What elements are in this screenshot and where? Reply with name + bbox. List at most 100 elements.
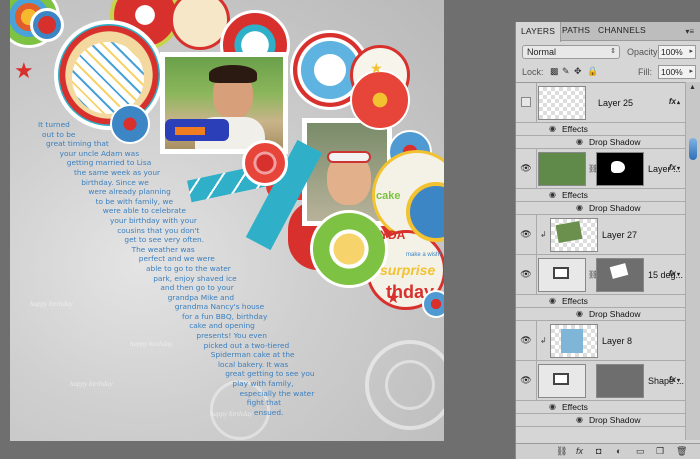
tab-channels[interactable]: CHANNELS xyxy=(598,25,646,35)
effect-eye-icon[interactable]: ◉ xyxy=(576,415,583,424)
photo-hair xyxy=(209,65,257,83)
drop-shadow-row[interactable]: ◉ Drop Shadow xyxy=(516,308,686,321)
add-mask-icon[interactable]: ◘ xyxy=(596,446,601,456)
journal-line: grandma Nancy's house xyxy=(174,302,265,312)
drop-shadow-label: Drop Shadow xyxy=(589,203,641,213)
dropdown-arrow-icon[interactable]: ▸ xyxy=(689,67,693,75)
journal-line: picked out a two-tiered xyxy=(203,340,290,350)
thumb-photo xyxy=(561,329,583,353)
tab-layers[interactable]: LAYERS xyxy=(516,22,562,42)
layer-thumbnail xyxy=(550,218,598,252)
lock-transparent-icon[interactable]: ▩ xyxy=(550,67,559,76)
panel-menu-icon[interactable]: ▾≡ xyxy=(685,27,694,36)
effects-row[interactable]: ◉ Effects xyxy=(516,295,686,308)
journal-line: great timing that xyxy=(46,139,109,149)
journal-line: perfect and we were xyxy=(138,254,215,264)
vector-mask-thumbnail[interactable] xyxy=(596,364,644,398)
add-style-icon[interactable]: fx xyxy=(576,446,583,456)
fx-icon[interactable]: fx▴ xyxy=(669,97,680,106)
effects-label: Effects xyxy=(562,402,588,412)
fill-field[interactable]: 100% ▸ xyxy=(658,65,696,79)
lock-paint-icon[interactable]: ✎ xyxy=(562,67,570,76)
journal-line: The weather was xyxy=(131,244,195,254)
blend-mode-value: Normal xyxy=(527,47,557,57)
new-group-icon[interactable]: ▭ xyxy=(636,446,645,457)
layer-row[interactable]: 👁 ⛓ 15 deg... fx▾ xyxy=(516,255,686,295)
journal-line: to be with family, we xyxy=(95,196,174,206)
layer-name: Layer 8 xyxy=(602,336,633,346)
layers-bottom-toolbar: ⛓ fx ◘ ◐ ▭ ❐ 🗑 xyxy=(516,443,700,459)
journal-line: play with family, xyxy=(232,379,294,389)
clipping-arrow-icon: ↲ xyxy=(540,336,547,345)
eye-icon[interactable]: 👁 xyxy=(520,375,532,387)
new-layer-icon[interactable]: ❐ xyxy=(656,446,664,457)
layer-row[interactable]: 👁 ↲ Layer 8 xyxy=(516,321,686,361)
journal-line: birthday. Since we xyxy=(81,177,149,187)
layer-mask-thumbnail[interactable] xyxy=(596,152,644,186)
layers-scrollbar[interactable]: ▲ xyxy=(685,82,700,440)
chevron-icon[interactable]: ▾ xyxy=(677,166,680,172)
photoshop-workspace: happy birthday happy birthday happy birt… xyxy=(0,0,700,459)
effects-row[interactable]: ◉ Effects xyxy=(516,401,686,414)
fx-icon[interactable]: fx▾ xyxy=(669,269,680,278)
journal-line: your uncle Adam was xyxy=(59,148,140,158)
drop-shadow-row[interactable]: ◉ Drop Shadow xyxy=(516,414,686,427)
journaling-text: It turned out to be great timing that your … xyxy=(28,120,428,417)
chevron-icon[interactable]: ▴ xyxy=(677,100,680,106)
chevron-icon[interactable]: ▾ xyxy=(677,272,680,278)
document-canvas[interactable]: happy birthday happy birthday happy birt… xyxy=(10,0,444,441)
journal-line: presents! You even xyxy=(196,331,267,341)
journal-line: great getting to see you xyxy=(225,369,315,379)
dropdown-arrow-icon[interactable]: ▸ xyxy=(689,47,693,55)
effect-eye-icon[interactable]: ◉ xyxy=(576,309,583,318)
monitor-icon xyxy=(553,373,569,385)
mask-shape xyxy=(611,161,625,173)
flower-center xyxy=(38,16,56,34)
drop-shadow-label: Drop Shadow xyxy=(589,415,641,425)
monitor-icon xyxy=(553,267,569,279)
eye-icon[interactable]: 👁 xyxy=(520,163,532,175)
vector-mask-thumbnail[interactable] xyxy=(596,258,644,292)
link-layers-icon[interactable]: ⛓ xyxy=(556,446,567,457)
lock-move-icon[interactable]: ✥ xyxy=(574,67,582,76)
adjustment-layer-icon[interactable]: ◐ xyxy=(616,446,621,456)
tab-paths[interactable]: PATHS xyxy=(562,25,590,35)
panel-tabs: LAYERS PATHS CHANNELS ▾≡ xyxy=(516,22,700,42)
journal-line: park, enjoy shaved ice xyxy=(153,273,237,283)
drop-shadow-row[interactable]: ◉ Drop Shadow xyxy=(516,136,686,149)
opacity-value: 100% xyxy=(661,47,683,57)
visibility-toggle-empty[interactable] xyxy=(521,97,531,107)
effects-row[interactable]: ◉ Effects xyxy=(516,189,686,202)
eye-icon[interactable]: 👁 xyxy=(520,335,532,347)
layer-row[interactable]: 👁 ⛓ Layer ... fx▾ xyxy=(516,149,686,189)
trash-icon[interactable]: 🗑 xyxy=(676,446,687,457)
effects-label: Effects xyxy=(562,190,588,200)
star-icon: ★ xyxy=(14,58,34,83)
divider xyxy=(536,215,537,254)
thumb-photo xyxy=(555,221,583,243)
eye-icon[interactable]: 👁 xyxy=(520,229,532,241)
drop-shadow-row[interactable]: ◉ Drop Shadow xyxy=(516,202,686,215)
layer-row[interactable]: 👁 Shape ... fx▾ xyxy=(516,361,686,401)
opacity-field[interactable]: 100% ▸ xyxy=(658,45,696,59)
layer-row[interactable]: 👁 ↲ Layer 27 xyxy=(516,215,686,255)
fx-icon[interactable]: fx▾ xyxy=(669,375,680,384)
lock-all-icon[interactable]: 🔒 xyxy=(587,67,598,76)
chevron-icon[interactable]: ▾ xyxy=(677,378,680,384)
layers-panel: LAYERS PATHS CHANNELS ▾≡ Normal ⇕ Opacit… xyxy=(515,22,700,459)
mask-shape xyxy=(609,263,629,279)
journal-line: the same week as your xyxy=(74,167,161,177)
divider xyxy=(536,149,537,188)
scroll-up-icon[interactable]: ▲ xyxy=(689,84,696,91)
effect-eye-icon[interactable]: ◉ xyxy=(576,203,583,212)
eye-icon[interactable]: 👁 xyxy=(520,269,532,281)
journal-line: Spiderman cake at the xyxy=(210,350,295,360)
fx-icon[interactable]: fx▾ xyxy=(669,163,680,172)
layer-row[interactable]: Layer 25 fx▴ xyxy=(516,83,686,123)
drop-shadow-label: Drop Shadow xyxy=(589,309,641,319)
journal-line: get to see very often. xyxy=(124,235,205,245)
effect-eye-icon[interactable]: ◉ xyxy=(576,137,583,146)
scrollbar-thumb[interactable] xyxy=(689,138,697,160)
blend-mode-select[interactable]: Normal ⇕ xyxy=(522,45,620,59)
effects-row[interactable]: ◉ Effects xyxy=(516,123,686,136)
